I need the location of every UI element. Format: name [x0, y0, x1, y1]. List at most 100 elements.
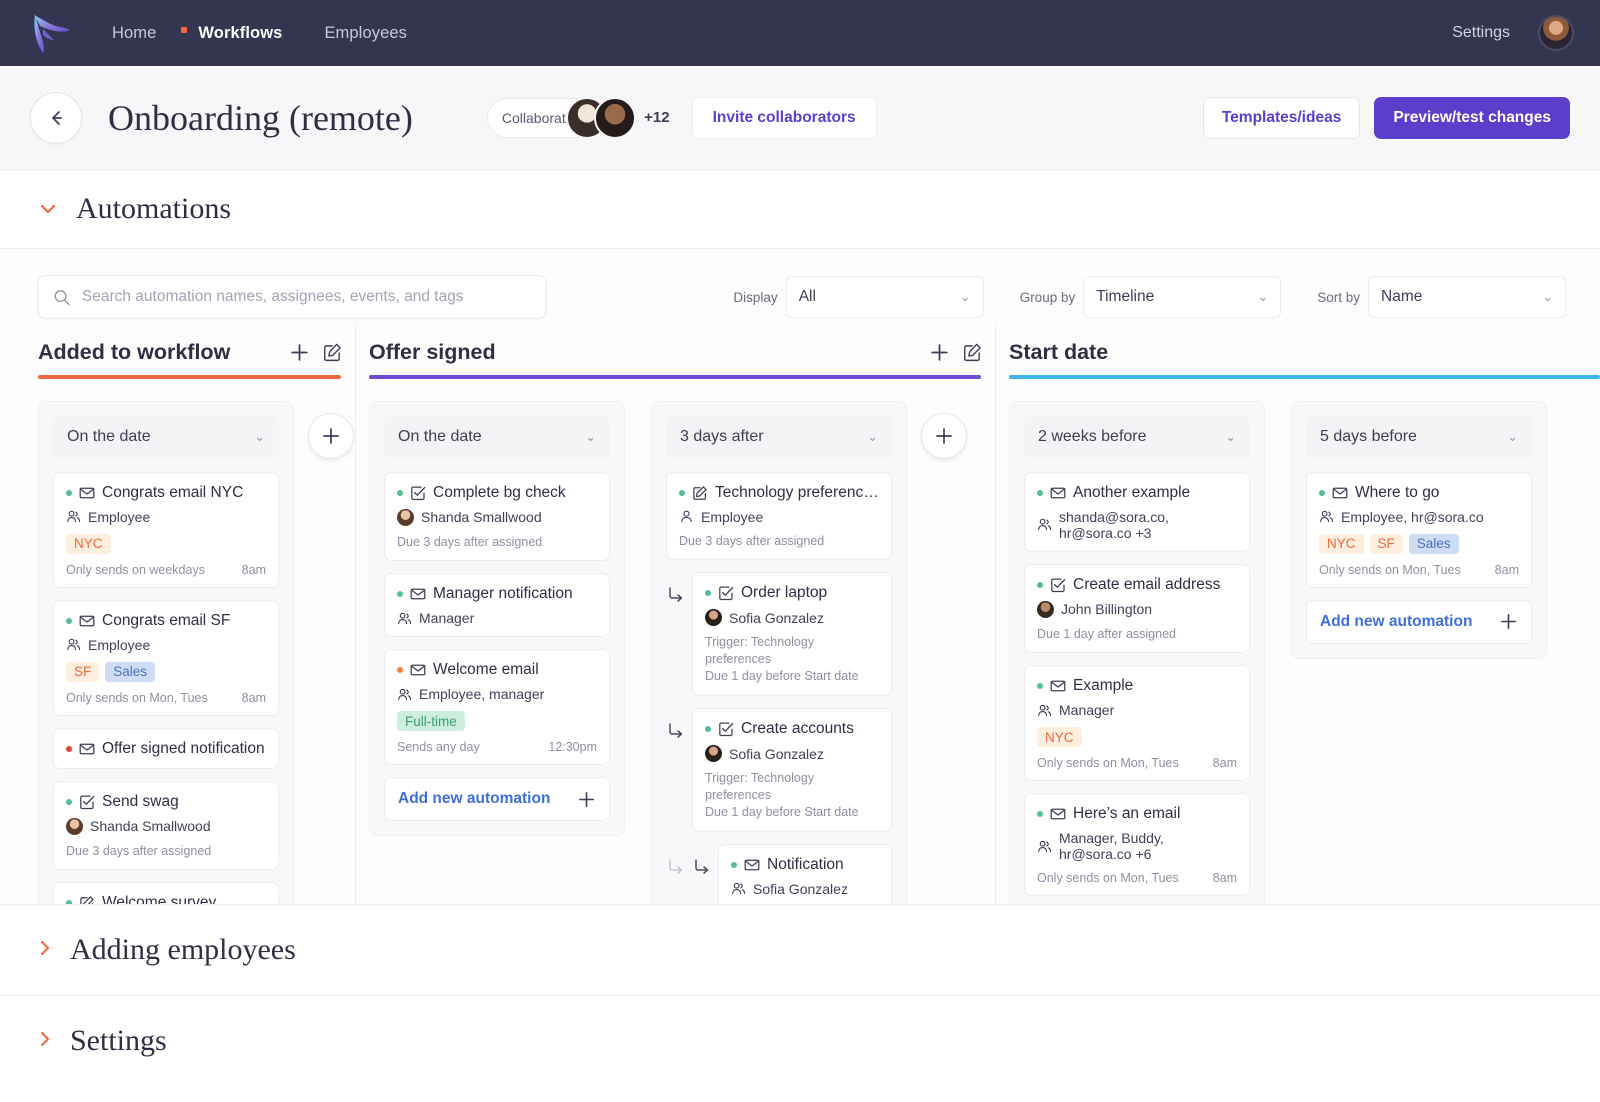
automation-card[interactable]: Where to goEmployee, hr@sora.coNYCSFSale…	[1306, 472, 1532, 588]
automation-card-title-row: Here’s an email	[1037, 805, 1237, 823]
sort-by-select[interactable]: Name ⌄	[1368, 276, 1566, 318]
board-column-added-to-workflow: Added to workflow On the date⌄ Congrats em…	[0, 323, 355, 905]
board-filters: Display All ⌄ Group by Timeline ⌄ Sort b…	[733, 276, 1566, 318]
automation-card[interactable]: Complete bg checkShanda SmallwoodDue 3 d…	[384, 472, 610, 562]
lane-timing-select[interactable]: On the date⌄	[53, 416, 279, 458]
tag-nyc: NYC	[1319, 534, 1364, 554]
automation-card[interactable]: Create email addressJohn BillingtonDue 1…	[1024, 564, 1250, 654]
tag-nyc: NYC	[1037, 727, 1082, 747]
add-lane-circle-button[interactable]	[921, 413, 967, 459]
automation-card[interactable]: Technology preference...EmployeeDue 3 da…	[666, 472, 892, 561]
user-avatar[interactable]	[1538, 15, 1574, 51]
collaborator-avatars[interactable]	[566, 97, 636, 139]
envelope-icon	[79, 485, 95, 501]
avatar-shanda	[397, 509, 414, 526]
envelope-icon	[744, 857, 760, 873]
add-new-automation-button[interactable]: Add new automation	[384, 777, 610, 821]
timeline-lane: On the date⌄ Congrats email NYCEmployeeNY…	[38, 401, 294, 906]
add-new-automation-label: Add new automation	[1320, 613, 1472, 631]
nav-link-settings[interactable]: Settings	[1452, 24, 1510, 42]
automation-card-assignee: Manager, Buddy, hr@sora.co +6	[1037, 830, 1237, 862]
automation-card[interactable]: Congrats email NYCEmployeeNYCOnly sends …	[53, 472, 279, 588]
automation-card-title-row: Offer signed notification	[66, 740, 266, 758]
preview-test-changes-button[interactable]: Preview/test changes	[1374, 97, 1570, 139]
lane-timing-select[interactable]: 2 weeks before⌄	[1024, 416, 1250, 458]
automation-card-title-row: Congrats email SF	[66, 612, 266, 630]
lane-timing-select[interactable]: On the date⌄	[384, 416, 610, 458]
primary-nav-links: Home Workflows Employees	[108, 18, 411, 49]
automation-card-title-row: Example	[1037, 677, 1237, 695]
templates-ideas-button[interactable]: Templates/ideas	[1203, 97, 1360, 139]
automation-card[interactable]: Manager notificationManager	[384, 573, 610, 637]
status-dot-green	[1037, 490, 1043, 496]
automation-card-time: 8am	[1213, 756, 1237, 770]
nav-link-home[interactable]: Home	[108, 18, 160, 49]
group-by-select[interactable]: Timeline ⌄	[1083, 276, 1281, 318]
automation-card[interactable]: Offer signed notification	[53, 728, 279, 769]
people-icon	[1037, 703, 1052, 718]
people-icon	[1319, 509, 1334, 524]
automation-card-assignee: Sofia Gonzalez	[705, 609, 879, 626]
board-column-header: Added to workflow	[38, 323, 355, 375]
automation-card[interactable]: Send swagShanda SmallwoodDue 3 days afte…	[53, 781, 279, 871]
search-box[interactable]	[38, 275, 546, 319]
chevron-down-icon: ⌄	[960, 289, 971, 305]
collaborators-group[interactable]: Collaborators +12 Invite collaborators	[487, 97, 877, 139]
automation-card-footer: Only sends on Mon, Tues8am	[1319, 563, 1519, 577]
nav-link-home-label: Home	[112, 24, 156, 42]
automation-card-subtext: Trigger: Technology preferencesDue 1 day…	[705, 770, 879, 821]
collaborator-avatar-2[interactable]	[594, 97, 636, 139]
tag-sf: SF	[66, 662, 99, 682]
add-lane-button[interactable]	[289, 342, 310, 363]
add-new-automation-button[interactable]: Add new automation	[1306, 600, 1532, 644]
automation-card-title: Another example	[1073, 484, 1190, 502]
automation-card[interactable]: Welcome emailEmployee, managerFull-timeS…	[384, 649, 610, 765]
display-select[interactable]: All ⌄	[786, 276, 984, 318]
lane-timing-select[interactable]: 3 days after⌄	[666, 416, 892, 458]
automation-card-tags: Full-time	[397, 711, 597, 731]
automation-card-title-row: Another example	[1037, 484, 1237, 502]
edit-square-icon[interactable]	[962, 342, 983, 363]
automation-card[interactable]: Order laptopSofia GonzalezTrigger: Techn…	[692, 572, 892, 696]
automation-card[interactable]: Here’s an email Manager, Buddy, hr@sora.c…	[1024, 793, 1250, 896]
nav-link-employees[interactable]: Employees	[320, 18, 411, 49]
automation-card-title-row: Notification	[731, 856, 879, 874]
automation-card-time: 8am	[242, 691, 266, 705]
bird-logo-icon[interactable]	[26, 11, 72, 55]
automation-card-assignee-label: Employee	[701, 509, 763, 525]
automation-card[interactable]: Another exampleshanda@sora.co, hr@sora.c…	[1024, 472, 1250, 552]
invite-collaborators-button[interactable]: Invite collaborators	[692, 97, 877, 139]
section-header-adding-employees[interactable]: Adding employees	[0, 905, 1600, 995]
people-icon	[397, 611, 412, 626]
automation-card-title: Welcome email	[433, 661, 539, 679]
nav-link-workflows[interactable]: Workflows	[194, 18, 286, 49]
automation-card[interactable]: Congrats email SFEmployeeSFSalesOnly sen…	[53, 600, 279, 716]
automation-card-subtext: Due 3 days after assigned	[397, 534, 597, 551]
section-title-settings: Settings	[70, 1024, 167, 1058]
back-button[interactable]	[30, 92, 82, 144]
status-dot-green	[705, 726, 711, 732]
automation-card-assignee-label: Sofia Gonzalez	[729, 610, 824, 626]
automation-card-assignee: Employee	[66, 637, 266, 653]
automation-card-title: Where to go	[1355, 484, 1439, 502]
avatar-shanda	[66, 818, 83, 835]
add-lane-button[interactable]	[929, 342, 950, 363]
arrow-left-icon	[45, 107, 67, 129]
section-header-automations[interactable]: Automations	[0, 170, 1600, 248]
automation-card[interactable]: NotificationSofia GonzalezTrigger: Creat…	[718, 844, 892, 905]
workflow-header: Onboarding (remote) Collaborators +12 In…	[0, 66, 1600, 170]
search-input[interactable]	[82, 288, 531, 306]
automation-card[interactable]: ExampleManagerNYCOnly sends on Mon, Tues…	[1024, 665, 1250, 781]
checkbox-icon	[718, 585, 734, 601]
status-dot-red	[66, 746, 72, 752]
tag-sales: Sales	[105, 662, 155, 682]
add-lane-circle-button[interactable]	[308, 413, 354, 459]
automation-card-title-row: Manager notification	[397, 585, 597, 603]
lane-timing-select[interactable]: 5 days before⌄	[1306, 416, 1532, 458]
automation-card[interactable]: Welcome survey	[53, 882, 279, 905]
plus-icon	[1499, 612, 1518, 631]
section-header-settings[interactable]: Settings	[0, 996, 1600, 1086]
edit-square-icon[interactable]	[322, 342, 343, 363]
automation-card[interactable]: Create accountsSofia GonzalezTrigger: Te…	[692, 708, 892, 832]
automation-card-title: Technology preference...	[715, 484, 879, 502]
